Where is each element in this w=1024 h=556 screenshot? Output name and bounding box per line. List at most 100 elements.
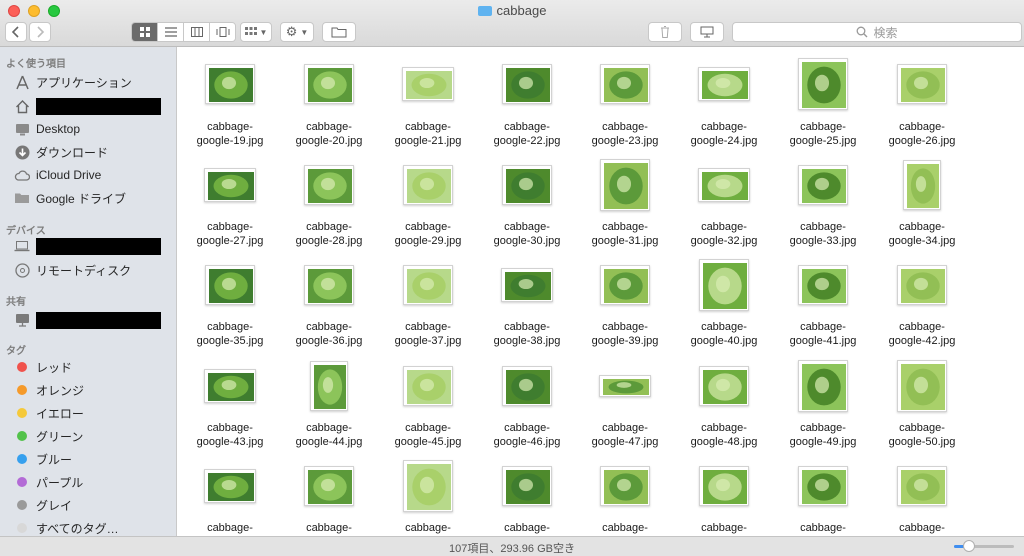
sidebar-item-tag[interactable]: ブルー [14, 449, 72, 469]
file-name-label[interactable]: cabbage-google-21.jpg [373, 120, 483, 148]
sidebar-item-tag[interactable]: すべてのタグ… [14, 518, 119, 536]
file-name-label[interactable]: cabbage- [768, 521, 878, 535]
sidebar-item-icloud-drive[interactable]: iCloud Drive [14, 165, 101, 185]
file-name-label[interactable]: cabbage-google-38.jpg [472, 320, 582, 348]
file-name-label[interactable]: cabbage-google-37.jpg [373, 320, 483, 348]
sidebar-item-downloads[interactable]: ダウンロード [14, 142, 108, 162]
file-name-label[interactable]: cabbage-google-42.jpg [867, 320, 977, 348]
file-name-label[interactable]: cabbage-google-19.jpg [178, 120, 285, 148]
file-thumbnail[interactable] [502, 165, 552, 205]
file-name-label[interactable]: cabbage- [867, 521, 977, 535]
file-thumbnail[interactable] [698, 67, 750, 101]
trash-button[interactable] [648, 22, 682, 42]
file-thumbnail[interactable] [304, 64, 354, 104]
file-thumbnail[interactable] [798, 466, 848, 506]
file-thumbnail[interactable] [600, 64, 650, 104]
file-name-label[interactable]: cabbage- [178, 521, 285, 535]
file-thumbnail[interactable] [403, 265, 453, 305]
file-name-label[interactable]: cabbage-google-20.jpg [274, 120, 384, 148]
sidebar-item-applications[interactable]: アプリケーション [14, 72, 132, 92]
file-name-label[interactable]: cabbage-google-31.jpg [570, 220, 680, 248]
file-name-label[interactable]: cabbage-google-29.jpg [373, 220, 483, 248]
sidebar-item-remote-disc[interactable]: リモートディスク [14, 260, 131, 280]
file-thumbnail[interactable] [304, 165, 354, 205]
file-name-label[interactable]: cabbage-google-43.jpg [178, 421, 285, 449]
list-view-button[interactable] [158, 23, 184, 41]
file-name-label[interactable]: cabbage-google-40.jpg [669, 320, 779, 348]
file-thumbnail[interactable] [502, 64, 552, 104]
file-thumbnail[interactable] [897, 466, 947, 506]
file-thumbnail[interactable] [403, 165, 453, 205]
file-thumbnail[interactable] [205, 265, 255, 305]
file-name-label[interactable]: cabbage-google-30.jpg [472, 220, 582, 248]
sidebar-item-google-drive[interactable]: Google ドライブ [14, 188, 126, 208]
cover-flow-view-button[interactable] [210, 23, 235, 41]
sidebar-item-device[interactable] [14, 236, 161, 256]
sidebar-item-home[interactable] [14, 96, 161, 116]
file-thumbnail[interactable] [403, 366, 453, 406]
arrange-button[interactable]: ▼ [240, 22, 272, 42]
file-thumbnail[interactable] [204, 369, 256, 403]
file-thumbnail[interactable] [798, 165, 848, 205]
sidebar-item-tag[interactable]: パープル [14, 472, 83, 492]
file-thumbnail[interactable] [897, 360, 947, 412]
column-view-button[interactable] [184, 23, 210, 41]
sidebar-item-tag[interactable]: グレイ [14, 495, 72, 515]
icon-view-button[interactable] [132, 23, 158, 41]
file-name-label[interactable]: cabbage-google-46.jpg [472, 421, 582, 449]
icon-size-slider[interactable] [954, 540, 1014, 552]
file-name-label[interactable]: cabbage-google-39.jpg [570, 320, 680, 348]
file-name-label[interactable]: cabbage- [669, 521, 779, 535]
file-thumbnail[interactable] [403, 460, 453, 512]
file-thumbnail[interactable] [699, 259, 749, 311]
search-field[interactable]: 検索 [732, 22, 1022, 42]
share-button[interactable] [690, 22, 724, 42]
sidebar-item-tag[interactable]: オレンジ [14, 380, 84, 400]
new-folder-button[interactable] [322, 22, 356, 42]
file-name-label[interactable]: cabbage- [373, 521, 483, 535]
file-name-label[interactable]: cabbage- [472, 521, 582, 535]
file-thumbnail[interactable] [699, 366, 749, 406]
file-thumbnail[interactable] [304, 265, 354, 305]
file-name-label[interactable]: cabbage-google-26.jpg [867, 120, 977, 148]
file-name-label[interactable]: cabbage-google-47.jpg [570, 421, 680, 449]
file-thumbnail[interactable] [599, 375, 651, 397]
file-thumbnail[interactable] [897, 265, 947, 305]
file-name-label[interactable]: cabbage-google-36.jpg [274, 320, 384, 348]
file-thumbnail[interactable] [310, 361, 348, 411]
action-button[interactable]: ⚙ ▼ [280, 22, 314, 42]
file-name-label[interactable]: cabbage-google-35.jpg [178, 320, 285, 348]
file-thumbnail[interactable] [600, 265, 650, 305]
file-thumbnail[interactable] [798, 360, 848, 412]
file-name-label[interactable]: cabbage-google-41.jpg [768, 320, 878, 348]
file-thumbnail[interactable] [205, 64, 255, 104]
file-name-label[interactable]: cabbage-google-44.jpg [274, 421, 384, 449]
file-name-label[interactable]: cabbage-google-25.jpg [768, 120, 878, 148]
file-name-label[interactable]: cabbage-google-49.jpg [768, 421, 878, 449]
file-name-label[interactable]: cabbage-google-28.jpg [274, 220, 384, 248]
sidebar-item-desktop[interactable]: Desktop [14, 119, 80, 139]
slider-knob[interactable] [963, 540, 975, 552]
back-button[interactable] [5, 22, 27, 42]
file-thumbnail[interactable] [903, 160, 941, 210]
file-thumbnail[interactable] [699, 466, 749, 506]
sidebar-item-tag[interactable]: グリーン [14, 426, 83, 446]
file-name-label[interactable]: cabbage-google-48.jpg [669, 421, 779, 449]
sidebar-item-tag[interactable]: レッド [14, 357, 72, 377]
file-name-label[interactable]: cabbage-google-32.jpg [669, 220, 779, 248]
file-name-label[interactable]: cabbage- [274, 521, 384, 535]
sidebar-item-shared-computer[interactable] [14, 310, 161, 330]
file-thumbnail[interactable] [698, 168, 750, 202]
file-name-label[interactable]: cabbage- [570, 521, 680, 535]
file-thumbnail[interactable] [798, 58, 848, 110]
file-name-label[interactable]: cabbage-google-34.jpg [867, 220, 977, 248]
file-thumbnail[interactable] [600, 159, 650, 211]
file-name-label[interactable]: cabbage-google-23.jpg [570, 120, 680, 148]
sidebar-item-tag[interactable]: イエロー [14, 403, 84, 423]
file-name-label[interactable]: cabbage-google-22.jpg [472, 120, 582, 148]
file-thumbnail[interactable] [304, 466, 354, 506]
file-thumbnail[interactable] [502, 466, 552, 506]
file-thumbnail[interactable] [600, 466, 650, 506]
file-thumbnail[interactable] [798, 265, 848, 305]
file-name-label[interactable]: cabbage-google-24.jpg [669, 120, 779, 148]
